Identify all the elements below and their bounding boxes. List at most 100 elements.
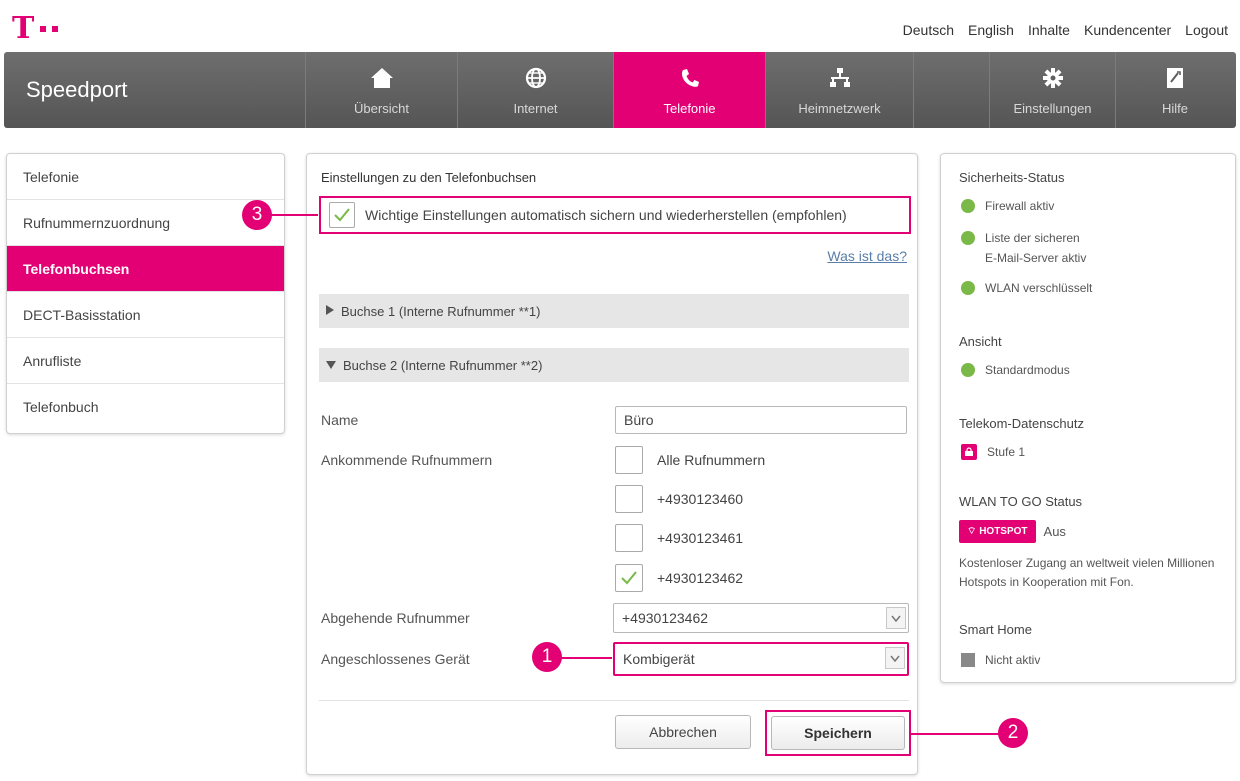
callout-line — [910, 733, 1002, 735]
logo-dot — [52, 26, 59, 32]
view-mode[interactable]: Standardmodus — [961, 360, 1070, 380]
globe-icon — [524, 66, 548, 90]
incoming-option-all[interactable]: Alle Rufnummern — [615, 446, 765, 474]
help-link[interactable]: Was ist das? — [827, 248, 907, 264]
callout-badge-2: 2 — [998, 718, 1028, 748]
top-links: Deutsch English Inhalte Kundencenter Log… — [903, 22, 1228, 38]
accordion-buchse-1[interactable]: Buchse 1 (Interne Rufnummer **1) — [319, 294, 909, 328]
status-text: Nicht aktiv — [985, 653, 1041, 667]
logo-dot — [40, 26, 47, 32]
divider — [319, 700, 909, 701]
outgoing-select[interactable]: +4930123462 — [613, 603, 909, 633]
caret-down-icon — [325, 358, 337, 373]
nav-item-internet[interactable]: Internet — [458, 52, 614, 128]
device-select[interactable]: Kombigerät — [613, 642, 909, 676]
nav-item-telefonie[interactable]: Telefonie — [614, 52, 766, 128]
smarthome-status[interactable]: Nicht aktiv — [961, 650, 1040, 670]
link-inhalte[interactable]: Inhalte — [1028, 22, 1070, 38]
nav-item-einstellungen[interactable]: Einstellungen — [990, 52, 1116, 128]
incoming-option-label: +4930123460 — [657, 491, 744, 507]
device-value: Kombigerät — [623, 651, 695, 667]
auto-backup-option[interactable]: Wichtige Einstellungen automatisch siche… — [319, 196, 911, 234]
chevron-down-icon — [885, 647, 905, 669]
incoming-option[interactable]: +4930123462 — [615, 564, 743, 592]
chevron-down-icon — [886, 607, 906, 629]
auto-backup-checkbox[interactable] — [329, 202, 355, 228]
home-icon — [370, 66, 394, 90]
nav-label: Einstellungen — [1013, 101, 1092, 116]
hotspot-badge: ⌔ HOTSPOT — [959, 520, 1036, 543]
status-text-line: Liste der sicheren — [985, 231, 1080, 245]
help-icon — [1163, 66, 1187, 90]
status-text-line: E-Mail-Server aktiv — [985, 251, 1087, 265]
inactive-status-icon — [961, 653, 975, 667]
panel-title: Einstellungen zu den Telefonbuchsen — [321, 170, 537, 185]
hotspot-state: Aus — [1043, 524, 1066, 539]
sidebar-item-rufnummernzuordnung[interactable]: Rufnummernzuordnung — [7, 200, 284, 246]
ok-status-icon — [961, 199, 975, 213]
hotspot-badge-label: HOTSPOT — [979, 526, 1028, 537]
auto-backup-label: Wichtige Einstellungen automatisch siche… — [365, 207, 847, 223]
nav-label: Internet — [513, 101, 558, 116]
nav-item-uebersicht[interactable]: Übersicht — [306, 52, 458, 128]
brand-title: Speedport — [4, 52, 306, 128]
callout-line — [560, 657, 612, 659]
status-text: Stufe 1 — [987, 445, 1026, 459]
name-input[interactable]: Büro — [615, 406, 907, 434]
incoming-option-label: +4930123461 — [657, 530, 744, 546]
privacy-level[interactable]: Stufe 1 — [961, 442, 1025, 462]
hotspot-status[interactable]: ⌔ HOTSPOT Aus — [959, 520, 1066, 543]
main-nav: Speedport Übersicht Internet Telefonie H… — [4, 52, 1236, 128]
name-label: Name — [321, 412, 359, 428]
phone-icon — [678, 66, 702, 90]
hotspot-description: Kostenloser Zugang an weltweit vielen Mi… — [959, 556, 1215, 589]
callout-line — [270, 214, 318, 216]
nav-label: Heimnetzwerk — [798, 101, 881, 116]
incoming-label: Ankommende Rufnummern — [321, 452, 493, 468]
link-logout[interactable]: Logout — [1185, 22, 1228, 38]
outgoing-value: +4930123462 — [622, 610, 709, 626]
nav-item-heimnetzwerk[interactable]: Heimnetzwerk — [766, 52, 914, 128]
incoming-checkbox[interactable] — [615, 524, 643, 552]
incoming-option[interactable]: +4930123460 — [615, 485, 743, 513]
nav-spacer — [914, 52, 990, 128]
status-text: Standardmodus — [985, 363, 1070, 377]
link-kundencenter[interactable]: Kundencenter — [1084, 22, 1171, 38]
cancel-button[interactable]: Abbrechen — [615, 715, 751, 749]
nav-label: Hilfe — [1161, 101, 1188, 116]
incoming-option-label: Alle Rufnummern — [657, 452, 766, 468]
telekom-logo[interactable]: T — [12, 11, 59, 46]
view-title: Ansicht — [959, 334, 1002, 349]
incoming-checkbox-checked[interactable] — [615, 564, 643, 592]
privacy-icon — [961, 444, 977, 460]
sidebar: Telefonie Rufnummernzuordnung Telefonbuc… — [6, 153, 285, 434]
status-text: Liste der sicheren E-Mail-Server aktiv — [985, 228, 1086, 268]
sidebar-item-telefonbuchsen[interactable]: Telefonbuchsen — [7, 246, 284, 292]
nav-label: Telefonie — [663, 101, 716, 116]
callout-badge-3: 3 — [242, 200, 272, 230]
incoming-checkbox[interactable] — [615, 446, 643, 474]
accordion-label: Buchse 2 (Interne Rufnummer **2) — [343, 357, 543, 373]
save-button[interactable]: Speichern — [771, 716, 905, 750]
ok-status-icon — [961, 231, 975, 245]
ok-status-icon — [961, 281, 975, 295]
accordion-buchse-2[interactable]: Buchse 2 (Interne Rufnummer **2) — [319, 348, 909, 382]
nav-label: Übersicht — [354, 101, 409, 116]
link-deutsch[interactable]: Deutsch — [903, 22, 954, 38]
link-english[interactable]: English — [968, 22, 1014, 38]
device-label: Angeschlossenes Gerät — [321, 651, 470, 667]
sidebar-item-telefonbuch[interactable]: Telefonbuch — [7, 384, 284, 430]
sidebar-item-dect-basisstation[interactable]: DECT-Basisstation — [7, 292, 284, 338]
logo-t: T — [12, 11, 35, 46]
incoming-checkbox[interactable] — [615, 485, 643, 513]
security-status-title: Sicherheits-Status — [959, 170, 1065, 185]
settings-panel: Einstellungen zu den Telefonbuchsen Wich… — [306, 153, 918, 775]
ok-status-icon — [961, 363, 975, 377]
sidebar-item-anrufliste[interactable]: Anrufliste — [7, 338, 284, 384]
nav-item-hilfe[interactable]: Hilfe — [1116, 52, 1234, 128]
incoming-option[interactable]: +4930123461 — [615, 524, 743, 552]
privacy-title: Telekom-Datenschutz — [959, 416, 1084, 431]
status-mail-server: Liste der sicheren E-Mail-Server aktiv — [961, 228, 1086, 268]
sidebar-item-telefonie[interactable]: Telefonie — [7, 154, 284, 200]
status-panel: Sicherheits-Status Firewall aktiv Liste … — [940, 153, 1236, 683]
